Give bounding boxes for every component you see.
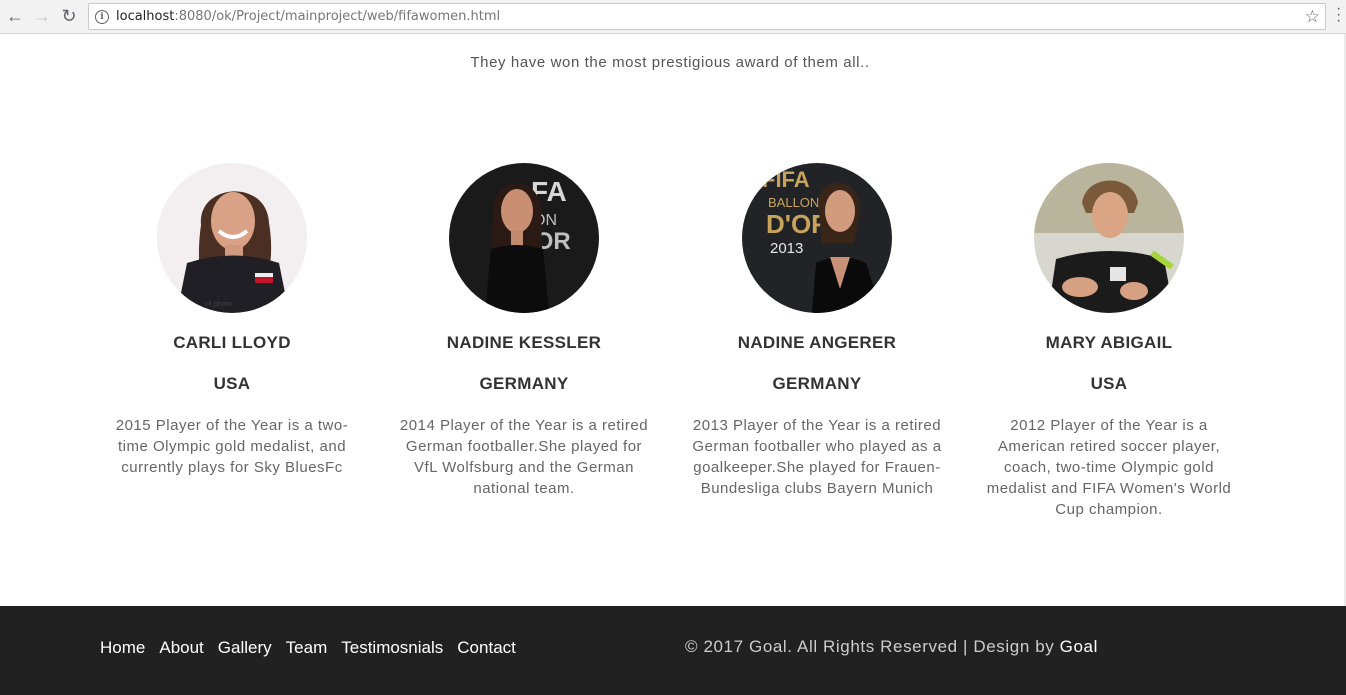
browser-menu-icon[interactable]: · · · bbox=[1336, 1, 1341, 29]
player-country: GERMANY bbox=[772, 374, 862, 393]
player-card-carli-lloyd: ck photo CARLI LLOYD USA 2015 Player of … bbox=[97, 163, 367, 478]
tagline: They have won the most prestigious award… bbox=[470, 54, 870, 71]
url-path: :8080/ok/Project/mainproject/web/fifawom… bbox=[174, 9, 501, 24]
svg-text:BALLON: BALLON bbox=[768, 195, 819, 210]
player-photo bbox=[1034, 163, 1184, 313]
player-photo: FA ON 'OR bbox=[449, 163, 599, 313]
designer-link[interactable]: Goal bbox=[1060, 637, 1098, 656]
player-country: GERMANY bbox=[479, 374, 569, 393]
back-arrow-icon[interactable]: ← bbox=[3, 5, 27, 29]
bookmark-star-icon[interactable]: ☆ bbox=[1305, 7, 1320, 27]
site-footer: Home About Gallery Team Testimosnials Co… bbox=[0, 606, 1346, 695]
player-description: 2014 Player of the Year is a retired Ger… bbox=[399, 417, 649, 497]
player-name: NADINE ANGERER bbox=[737, 333, 897, 352]
player-photo: FIFA BALLON D'OR 2013 bbox=[742, 163, 892, 313]
footer-link-gallery[interactable]: Gallery bbox=[218, 638, 272, 658]
svg-text:2013: 2013 bbox=[770, 240, 803, 257]
copyright-label: © 2017 Goal. All Rights Reserved | Desig… bbox=[685, 637, 1060, 656]
svg-text:FIFA: FIFA bbox=[762, 167, 810, 192]
player-name: MARY ABIGAIL bbox=[1045, 333, 1173, 352]
footer-link-about[interactable]: About bbox=[159, 638, 203, 658]
player-country: USA bbox=[213, 374, 251, 393]
copyright-text: © 2017 Goal. All Rights Reserved | Desig… bbox=[685, 637, 1098, 657]
player-card-nadine-kessler: FA ON 'OR NADINE KESSLER GERMANY 2014 Pl… bbox=[389, 163, 659, 499]
footer-nav: Home About Gallery Team Testimosnials Co… bbox=[100, 638, 530, 658]
reload-icon[interactable]: ↻ bbox=[57, 5, 81, 29]
footer-link-contact[interactable]: Contact bbox=[457, 638, 516, 658]
player-description: 2013 Player of the Year is a retired Ger… bbox=[692, 417, 942, 497]
address-bar[interactable]: i localhost:8080/ok/Project/mainproject/… bbox=[88, 3, 1326, 30]
browser-toolbar: ← → ↻ i localhost:8080/ok/Project/mainpr… bbox=[0, 0, 1346, 34]
player-description: 2012 Player of the Year is a American re… bbox=[986, 417, 1232, 518]
footer-link-home[interactable]: Home bbox=[100, 638, 145, 658]
info-icon[interactable]: i bbox=[95, 9, 109, 24]
footer-link-testimonials[interactable]: Testimosnials bbox=[341, 638, 443, 658]
player-name: NADINE KESSLER bbox=[446, 333, 602, 352]
player-name: CARLI LLOYD bbox=[173, 333, 291, 352]
footer-link-team[interactable]: Team bbox=[286, 638, 328, 658]
player-card-mary-abigail: MARY ABIGAIL USA 2012 Player of the Year… bbox=[974, 163, 1244, 520]
player-photo: ck photo bbox=[157, 163, 307, 313]
player-card-nadine-angerer: FIFA BALLON D'OR 2013 NADINE ANGERER GER… bbox=[682, 163, 952, 499]
player-description: 2015 Player of the Year is a two-time Ol… bbox=[115, 417, 349, 476]
photo-watermark: ck photo bbox=[205, 301, 232, 308]
forward-arrow-icon[interactable]: → bbox=[30, 5, 54, 29]
player-country: USA bbox=[1090, 374, 1128, 393]
url-host: localhost bbox=[116, 9, 175, 24]
